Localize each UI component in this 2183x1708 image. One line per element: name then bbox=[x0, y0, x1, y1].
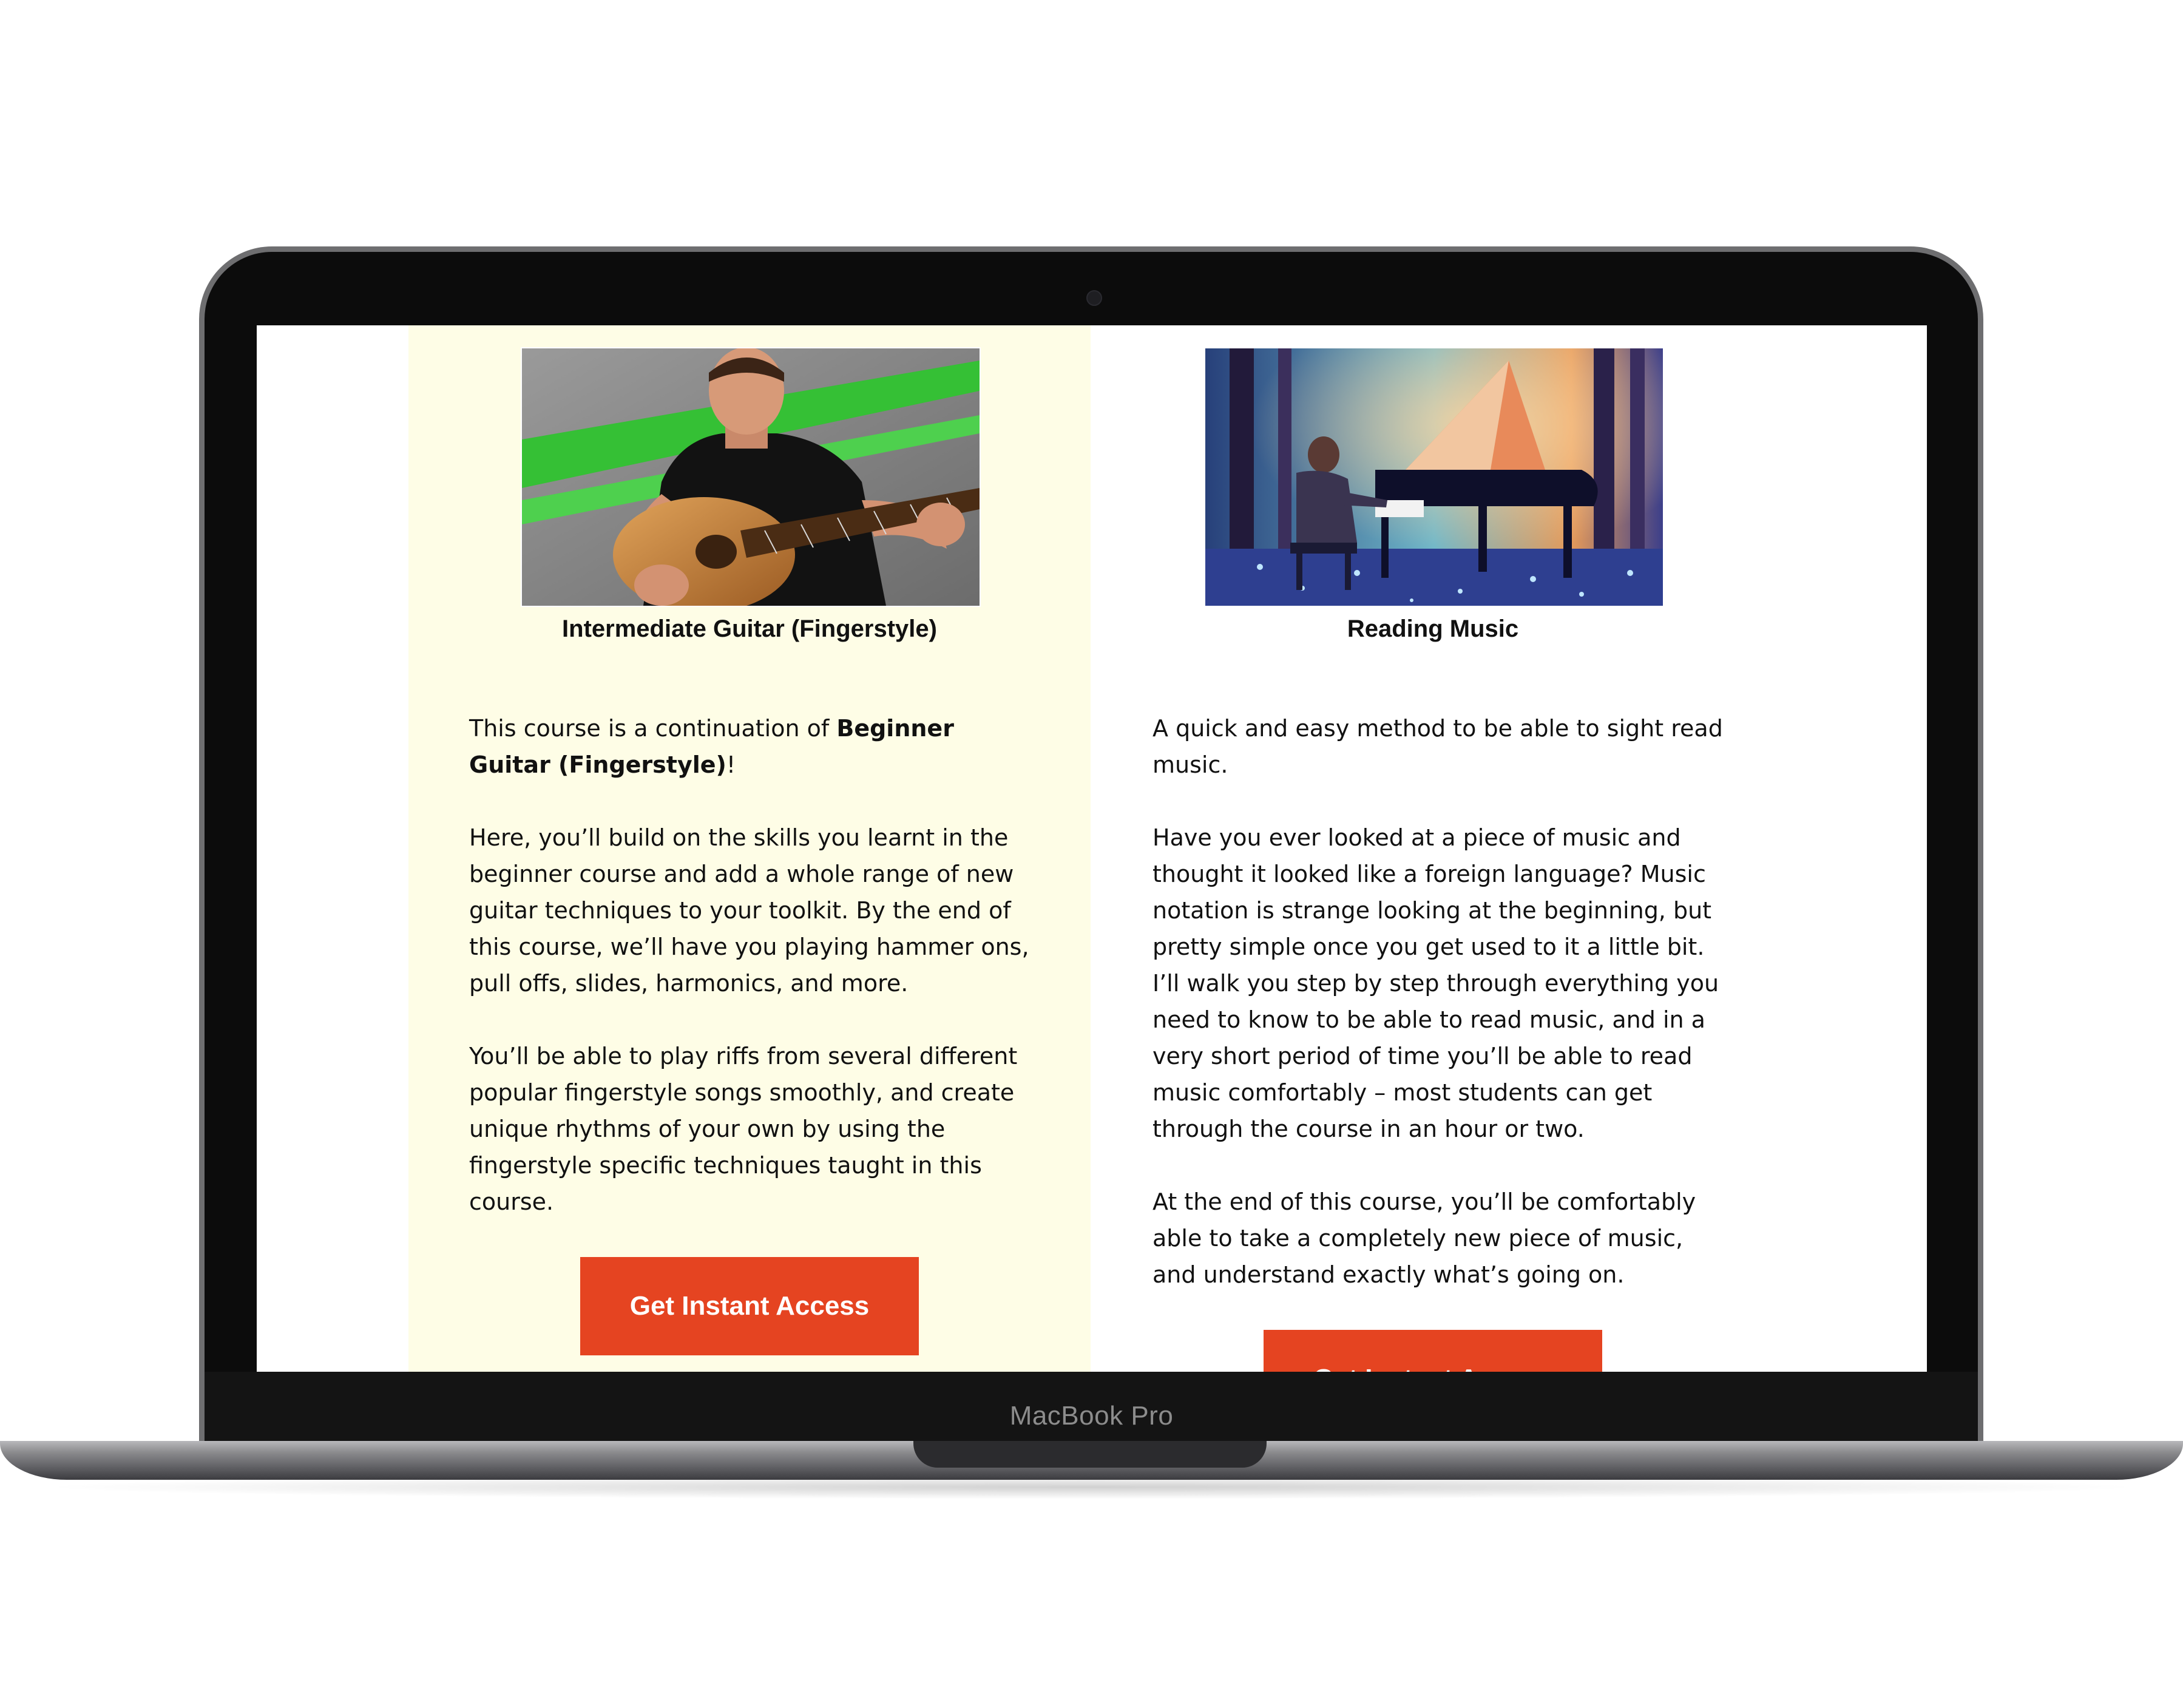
description-paragraph: Here, you’ll build on the skills you lea… bbox=[469, 824, 1029, 997]
course-thumbnail-piano[interactable] bbox=[1204, 347, 1664, 607]
description-paragraph: This course is a continuation of Beginne… bbox=[469, 710, 1040, 783]
course-description: A quick and easy method to be able to si… bbox=[1152, 710, 1723, 1329]
course-thumbnail-guitar[interactable] bbox=[521, 347, 981, 607]
description-intro-end: ! bbox=[726, 751, 736, 778]
laptop-notch bbox=[913, 1441, 1267, 1468]
device-brand-label: MacBook Pro bbox=[1009, 1401, 1174, 1431]
camera-icon bbox=[1086, 290, 1102, 306]
description-intro-text: This course is a continuation of bbox=[469, 715, 837, 742]
course-title: Intermediate Guitar (Fingerstyle) bbox=[562, 615, 937, 642]
description-paragraph: At the end of this course, you’ll be com… bbox=[1152, 1188, 1696, 1288]
guitarist-photo-icon bbox=[522, 348, 980, 606]
description-paragraph: Have you ever looked at a piece of music… bbox=[1152, 824, 1719, 1142]
get-instant-access-button[interactable]: Get Instant Access bbox=[1264, 1330, 1602, 1372]
pianist-forest-painting-icon bbox=[1205, 348, 1663, 606]
description-paragraph: You’ll be able to play riffs from severa… bbox=[469, 1043, 1018, 1215]
description-paragraph: A quick and easy method to be able to si… bbox=[1152, 715, 1723, 778]
course-title: Reading Music bbox=[1347, 615, 1519, 642]
course-card-intermediate-guitar: Intermediate Guitar (Fingerstyle) This c… bbox=[408, 325, 1091, 1372]
course-card-reading-music: Reading Music A quick and easy method to… bbox=[1092, 325, 1774, 1372]
course-description: This course is a continuation of Beginne… bbox=[469, 710, 1040, 1256]
get-instant-access-button[interactable]: Get Instant Access bbox=[580, 1257, 919, 1355]
browser-viewport[interactable]: Intermediate Guitar (Fingerstyle) This c… bbox=[257, 325, 1927, 1372]
